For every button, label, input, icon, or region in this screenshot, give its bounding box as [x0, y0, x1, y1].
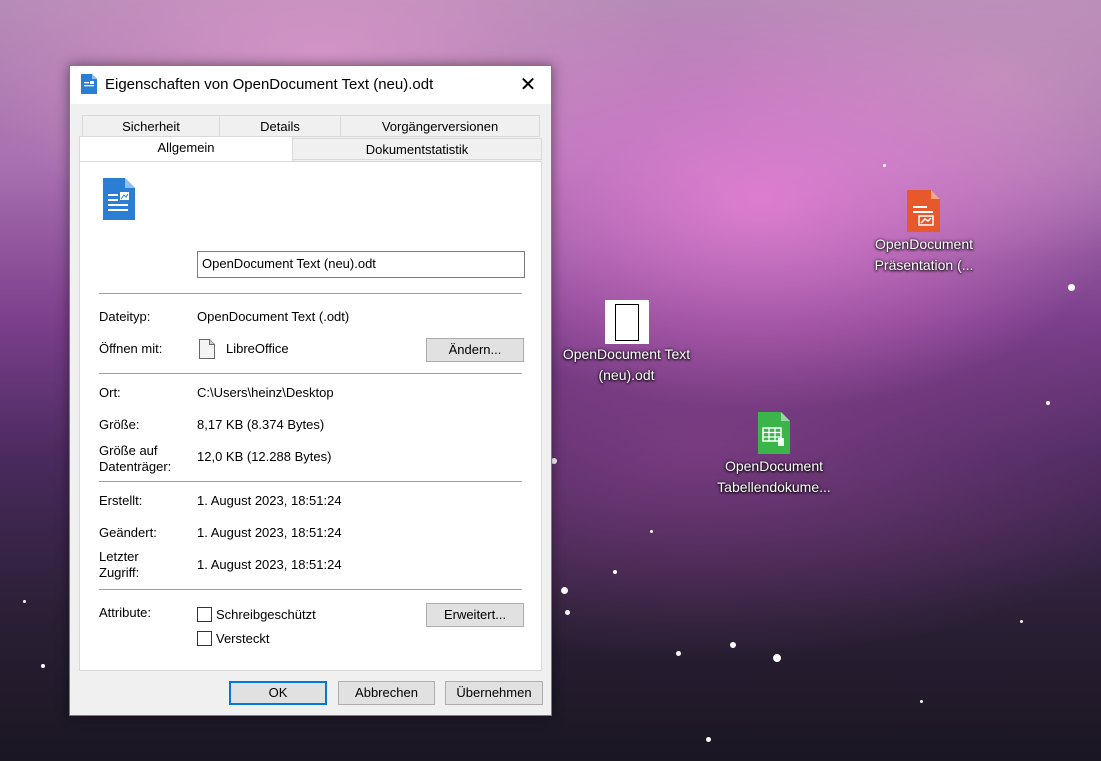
desktop-icon-label: (neu).odt [598, 367, 655, 383]
separator [99, 481, 522, 482]
desktop-icon-label: OpenDocument [874, 236, 974, 252]
abbrechen-button[interactable]: Abbrechen [338, 681, 435, 705]
erstellt-label: Erstellt: [99, 493, 143, 508]
dialog-titlebar[interactable]: Eigenschaften von OpenDocument Text (neu… [70, 66, 551, 104]
groesse-datentraeger-value: 12,0 KB (12.288 Bytes) [197, 449, 332, 464]
ort-label: Ort: [99, 385, 121, 400]
versteckt-checkbox[interactable] [197, 631, 212, 646]
oeffnen-mit-label: Öffnen mit: [99, 341, 163, 356]
properties-dialog: Eigenschaften von OpenDocument Text (neu… [69, 65, 552, 716]
groesse-label: Größe: [99, 417, 140, 432]
schreibgeschuetzt-label[interactable]: Schreibgeschützt [216, 607, 316, 623]
desktop-icon-label: OpenDocument [724, 458, 824, 474]
blank-document-icon [604, 300, 649, 344]
groesse-datentraeger-label-1: Größe auf [99, 443, 158, 458]
groesse-datentraeger-label-2: Datenträger: [99, 459, 172, 474]
dateityp-label: Dateityp: [99, 309, 151, 324]
separator [99, 373, 522, 374]
geaendert-label: Geändert: [99, 525, 157, 540]
desktop-icon-label: Präsentation (... [874, 257, 974, 273]
letzter-zugriff-label-2: Zugriff: [99, 565, 140, 580]
calc-document-icon [755, 410, 793, 456]
tab-panel-allgemein: OpenDocument Text (neu).odt Dateityp: Op… [79, 161, 542, 671]
tab-vorgaengerversionen[interactable]: Vorgängerversionen [340, 115, 540, 137]
dateityp-value: OpenDocument Text (.odt) [197, 309, 350, 324]
ok-button[interactable]: OK [229, 681, 327, 705]
tab-dokumentstatistik[interactable]: Dokumentstatistik [292, 138, 542, 160]
schreibgeschuetzt-checkbox[interactable] [197, 607, 212, 622]
geaendert-value: 1. August 2023, 18:51:24 [197, 525, 342, 540]
tab-allgemein[interactable]: Allgemein [79, 136, 293, 161]
letzter-zugriff-value: 1. August 2023, 18:51:24 [197, 557, 342, 572]
libreoffice-icon [199, 339, 215, 362]
erweitert-button[interactable]: Erweitert... [426, 603, 524, 627]
versteckt-label[interactable]: Versteckt [216, 631, 269, 647]
file-name-input[interactable]: OpenDocument Text (neu).odt [197, 251, 525, 278]
ort-value: C:\Users\heinz\Desktop [197, 385, 334, 400]
oeffnen-mit-value: LibreOffice [226, 341, 289, 356]
aendern-button[interactable]: Ändern... [426, 338, 524, 362]
writer-document-icon [81, 74, 97, 94]
desktop-icon-odt[interactable]: OpenDocument Text (neu).odt [549, 300, 704, 386]
tab-details[interactable]: Details [219, 115, 341, 137]
separator [99, 293, 522, 294]
desktop-icon-ods[interactable]: OpenDocument Tabellendokume... [700, 410, 848, 498]
uebernehmen-button[interactable]: Übernehmen [445, 681, 543, 705]
desktop-icon-odp[interactable]: OpenDocument Präsentation (... [850, 188, 998, 276]
dialog-title: Eigenschaften von OpenDocument Text (neu… [105, 76, 434, 93]
groesse-value: 8,17 KB (8.374 Bytes) [197, 417, 325, 432]
attribute-label: Attribute: [99, 605, 152, 620]
impress-document-icon [905, 188, 943, 234]
tab-sicherheit[interactable]: Sicherheit [82, 115, 220, 137]
desktop-icon-label: Tabellendokume... [717, 479, 831, 495]
letzter-zugriff-label-1: Letzter [99, 549, 139, 564]
desktop-icon-label: OpenDocument Text [562, 346, 691, 362]
erstellt-value: 1. August 2023, 18:51:24 [197, 493, 342, 508]
close-icon[interactable]: ✕ [505, 66, 551, 102]
separator [99, 589, 522, 590]
writer-document-icon [102, 177, 136, 224]
